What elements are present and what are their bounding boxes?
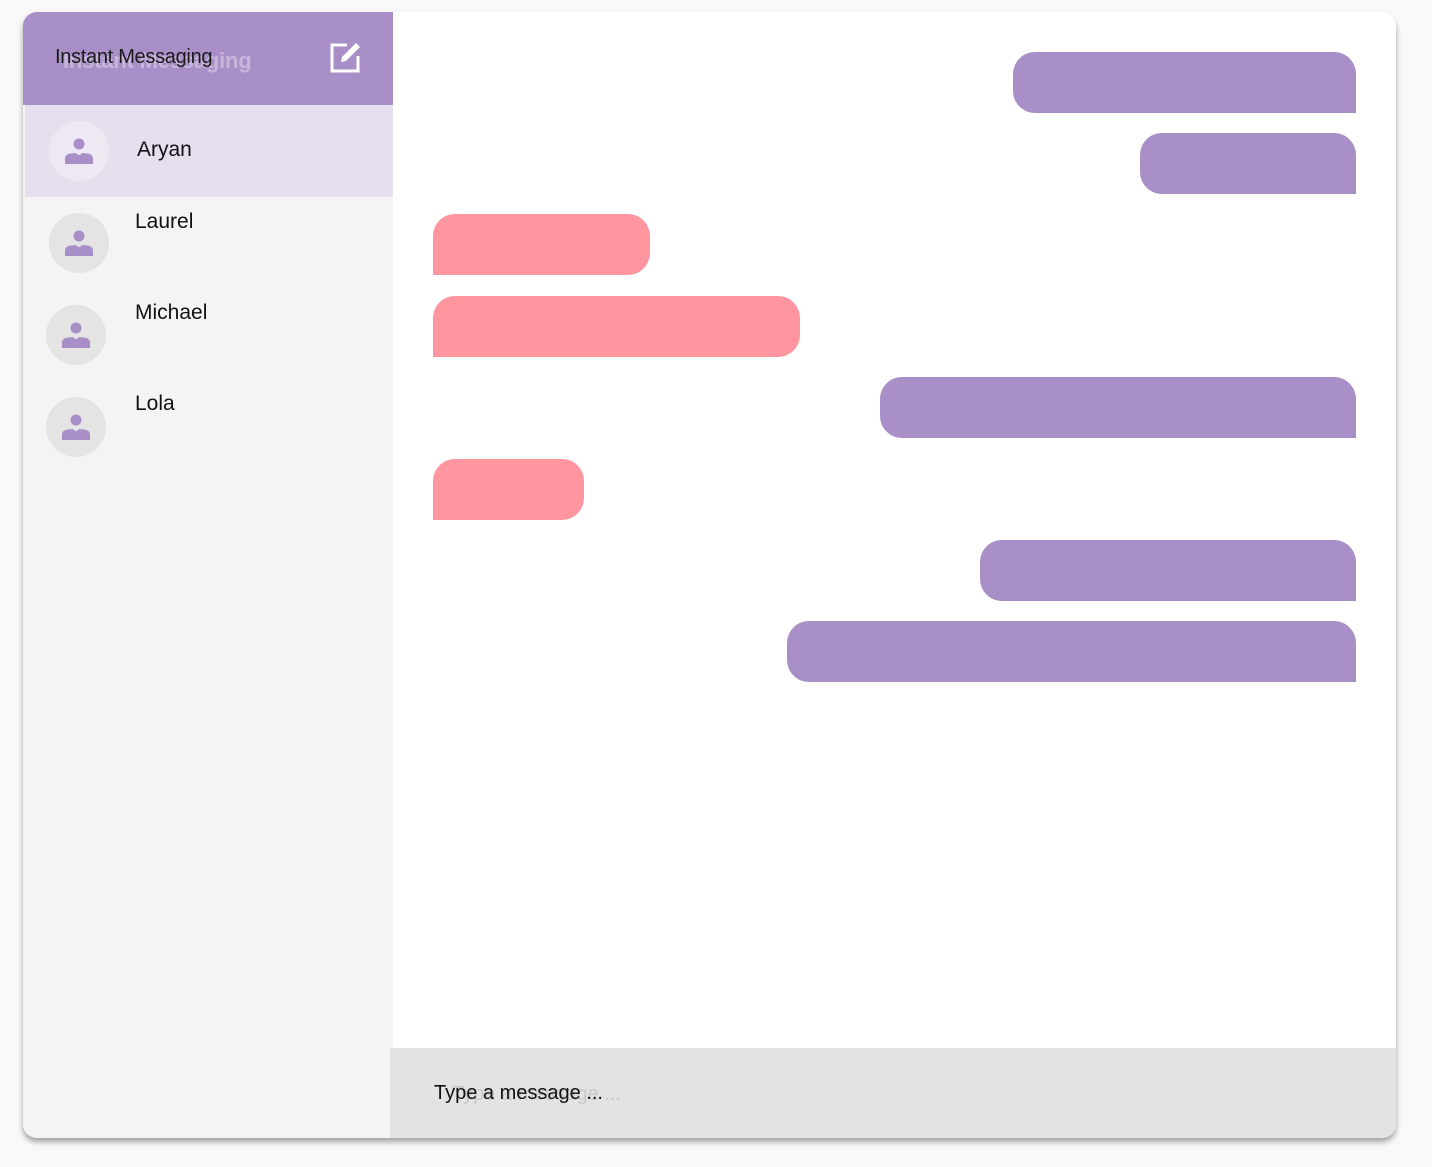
message-composer: Type a message ... xyxy=(390,1048,1396,1138)
person-icon xyxy=(65,138,93,164)
message-bubble-sent xyxy=(880,377,1356,438)
message-bubble-sent xyxy=(1013,52,1356,113)
contact-list: Aryan Laurel Michael Lola xyxy=(23,105,395,473)
avatar xyxy=(49,213,109,273)
contact-item-michael[interactable]: Michael xyxy=(23,289,395,381)
contact-item-lola[interactable]: Lola xyxy=(23,381,395,473)
contact-name: Laurel xyxy=(135,210,194,233)
compose-icon xyxy=(330,43,360,73)
message-bubble-received xyxy=(433,459,584,520)
sidebar-header: Instant Messaging Instant Messaging xyxy=(23,12,393,105)
avatar xyxy=(46,305,106,365)
sidebar: Instant Messaging Instant Messaging Arya… xyxy=(23,12,395,1138)
avatar xyxy=(49,121,109,181)
app-title: Instant Messaging xyxy=(55,46,213,68)
contact-item-aryan[interactable]: Aryan xyxy=(25,105,395,197)
message-bubble-received xyxy=(433,214,650,275)
compose-button[interactable] xyxy=(327,40,363,76)
person-icon xyxy=(62,414,90,440)
contact-name: Aryan xyxy=(137,138,192,161)
message-bubble-sent xyxy=(1140,133,1356,194)
chat-panel: Type a message ... xyxy=(390,12,1396,1138)
message-bubble-received xyxy=(433,296,800,357)
person-icon xyxy=(65,230,93,256)
message-bubble-sent xyxy=(787,621,1356,682)
person-icon xyxy=(62,322,90,348)
message-bubble-sent xyxy=(980,540,1356,601)
avatar xyxy=(46,397,106,457)
messaging-app: Instant Messaging Instant Messaging Arya… xyxy=(23,12,1396,1138)
contact-name: Michael xyxy=(135,301,208,324)
contact-name: Lola xyxy=(135,392,175,415)
contact-item-laurel[interactable]: Laurel xyxy=(23,197,395,289)
message-input[interactable] xyxy=(434,1068,1334,1118)
